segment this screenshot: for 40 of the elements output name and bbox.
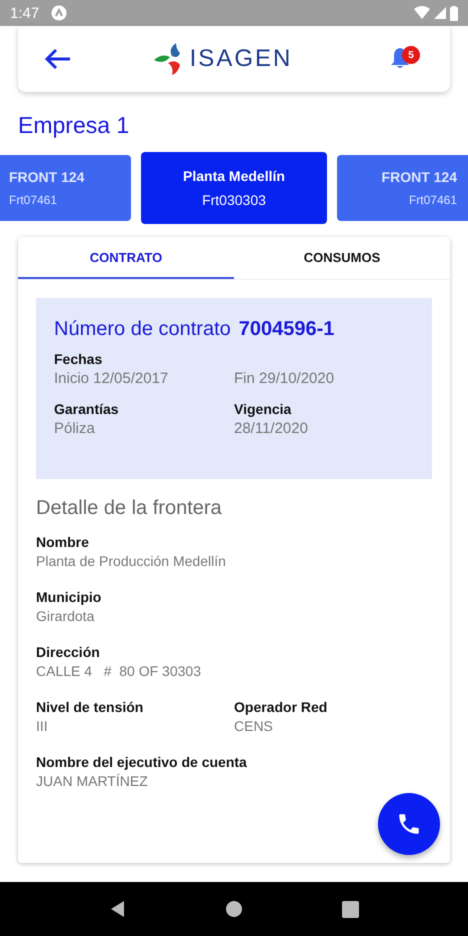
field-label: Nombre del ejecutivo de cuenta (36, 754, 248, 770)
contract-number-label: Número de contrato (54, 318, 231, 341)
tab[interactable]: CONTRATO (18, 237, 234, 279)
tab[interactable]: CONSUMOS (234, 237, 450, 279)
app-notification-icon (51, 5, 68, 21)
field-value: CENS (234, 718, 274, 734)
call-button[interactable] (378, 793, 440, 855)
recents-icon[interactable] (342, 900, 360, 918)
signal-icon (434, 6, 446, 20)
field-label: Garantías (54, 401, 120, 417)
field-value: JUAN MARTÍNEZ (36, 773, 149, 789)
section-title: Detalle de la frontera (36, 497, 223, 520)
company-title: Empresa 1 (18, 112, 130, 139)
field-value: Girardota (36, 608, 96, 624)
field-label: Municipio (36, 589, 102, 605)
field-value: 28/11/2020 (234, 420, 309, 437)
back-arrow-icon[interactable] (44, 47, 72, 71)
frontier-card[interactable]: FRONT 124 Frt07461 (0, 155, 131, 221)
battery-icon (450, 6, 458, 20)
field-label: Fechas (54, 351, 104, 367)
field-label: Operador Red (234, 699, 328, 715)
wifi-icon (414, 6, 430, 20)
field-value: Planta de Producción Medellín (36, 553, 227, 569)
field-value: Póliza (54, 420, 96, 437)
field-value: III (36, 718, 49, 734)
field-value: Inicio 12/05/2017 (54, 370, 170, 387)
home-icon[interactable] (224, 899, 244, 919)
field-value: Fin 29/10/2020 (234, 370, 336, 387)
logo-text: ISAGEN (190, 45, 292, 73)
notification-badge: 5 (402, 46, 420, 64)
field-value: CALLE 4 # 80 OF 30303 (36, 663, 202, 679)
frontier-card[interactable]: Planta Medellín Frt030303 (141, 152, 327, 224)
frontier-card[interactable]: FRONT 124 Frt07461 (337, 155, 468, 221)
field-label: Nivel de tensión (36, 699, 144, 715)
contract-number: 7004596-1 (238, 318, 334, 341)
field-label: Dirección (36, 644, 101, 660)
status-time: 1:47 (10, 4, 40, 22)
back-icon[interactable] (108, 900, 127, 918)
field-label: Vigencia (234, 401, 292, 417)
field-label: Nombre (36, 534, 90, 550)
